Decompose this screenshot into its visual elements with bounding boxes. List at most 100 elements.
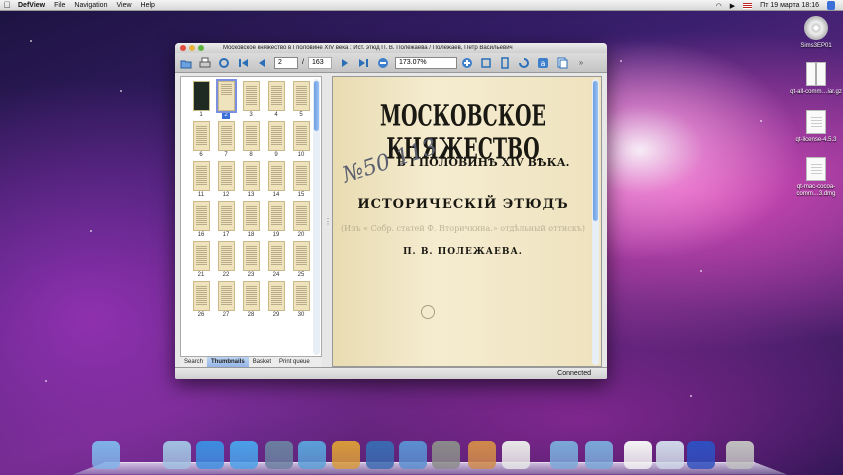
zoom-button[interactable] <box>198 45 204 51</box>
wifi-icon[interactable]: ◠ <box>716 2 722 10</box>
thumbnail-page[interactable]: 12 <box>214 161 238 201</box>
fit-page-icon[interactable] <box>479 56 493 70</box>
doc-line-author: П. В. ПОЛЕЖАЕВА. <box>403 247 523 257</box>
thumbnail-page[interactable]: 23 <box>239 241 263 281</box>
close-button[interactable] <box>180 45 186 51</box>
thumbnail-page[interactable]: 3 <box>239 81 263 121</box>
document-icon[interactable] <box>624 441 652 469</box>
clock-text[interactable]: Пт 19 марта 18:16 <box>760 2 819 9</box>
prev-page-icon[interactable] <box>255 56 269 70</box>
terminal-icon[interactable] <box>130 441 158 469</box>
thumbnail-page[interactable]: 10 <box>289 121 313 161</box>
thumbnail-page[interactable]: 15 <box>289 161 313 201</box>
thumbnail-page[interactable]: 17 <box>214 201 238 241</box>
spotlight-icon[interactable] <box>827 1 835 10</box>
thumbnail-page[interactable]: 16 <box>189 201 213 241</box>
interface-builder-icon[interactable] <box>399 441 427 469</box>
screen-icon[interactable] <box>687 441 715 469</box>
document-scrollbar[interactable] <box>592 79 599 365</box>
thumbnail-number: 25 <box>297 272 305 278</box>
zoom-in-icon[interactable] <box>460 56 474 70</box>
menu-file[interactable]: File <box>54 2 65 9</box>
thumbnail-page[interactable]: 29 <box>264 281 288 321</box>
menu-navigation[interactable]: Navigation <box>74 2 107 9</box>
flag-icon[interactable] <box>743 2 753 9</box>
thumbnail-number: 7 <box>224 152 228 158</box>
splitter-handle[interactable]: ⋮ <box>324 76 332 367</box>
applications-folder-icon[interactable] <box>550 441 578 469</box>
title-bar[interactable]: Московское княжество в I половине XIV ве… <box>175 43 607 53</box>
finder-icon[interactable] <box>92 441 120 469</box>
tab-basket[interactable]: Basket <box>249 357 275 368</box>
thumbnail-page[interactable]: 26 <box>189 281 213 321</box>
fit-width-icon[interactable] <box>498 56 512 70</box>
tab-thumbnails[interactable]: Thumbnails <box>207 356 249 368</box>
thumbnail-page[interactable]: 7 <box>214 121 238 161</box>
print-icon[interactable] <box>198 56 212 70</box>
thumbnail-page[interactable]: 19 <box>264 201 288 241</box>
app-icon[interactable] <box>332 441 360 469</box>
desktop-icon-qt-mac-cocoa[interactable]: qt-mac-cocoa-comm…3.dmg <box>789 157 843 198</box>
trash-icon[interactable] <box>726 441 754 469</box>
thumbnail-page[interactable]: 6 <box>189 121 213 161</box>
documents-folder-icon[interactable] <box>585 441 613 469</box>
script-editor-icon[interactable] <box>502 441 530 469</box>
thumbnail-page[interactable]: 22 <box>214 241 238 281</box>
apple-icon[interactable]:  <box>0 0 14 10</box>
refresh-icon[interactable] <box>217 56 231 70</box>
thumbnail-page[interactable]: 8 <box>239 121 263 161</box>
thumbnail-page[interactable]: 25 <box>289 241 313 281</box>
desktop-icon-sims[interactable]: Sims3EP01 <box>789 16 843 50</box>
scrollbar-knob[interactable] <box>593 81 598 221</box>
thumbnail-page[interactable]: 1 <box>189 81 213 121</box>
menu-view[interactable]: View <box>116 2 131 9</box>
menu-help[interactable]: Help <box>141 2 155 9</box>
xcode-icon[interactable] <box>265 441 293 469</box>
tab-search[interactable]: Search <box>180 357 207 368</box>
thumbnail-page[interactable]: 30 <box>289 281 313 321</box>
safari-icon[interactable] <box>196 441 224 469</box>
thumbnail-scrollbar[interactable] <box>313 79 320 355</box>
overflow-chevron-icon[interactable]: » <box>574 56 588 70</box>
preview-icon[interactable] <box>163 441 191 469</box>
thumbnail-page[interactable]: 11 <box>189 161 213 201</box>
last-page-icon[interactable] <box>357 56 371 70</box>
thumbnail-page[interactable]: 4 <box>264 81 288 121</box>
thumbnail-page[interactable]: 20 <box>289 201 313 241</box>
rotate-icon[interactable] <box>517 56 531 70</box>
copy-icon[interactable] <box>555 56 569 70</box>
desktop-icon-qt-all[interactable]: qt-all-comm…iar.gz <box>789 62 843 96</box>
open-icon[interactable] <box>179 56 193 70</box>
document-viewer[interactable]: МОСКОВСКОЕ КНЯЖЕСТВО В I ПОЛОВИНѢ XIV ВѢ… <box>332 76 602 367</box>
volume-icon[interactable]: ▶ <box>730 2 735 10</box>
scrollbar-knob[interactable] <box>314 81 319 131</box>
photos-icon[interactable] <box>468 441 496 469</box>
menu-app-name[interactable]: DefView <box>18 2 45 9</box>
page-number-input[interactable] <box>274 56 298 69</box>
zoom-out-icon[interactable] <box>376 56 390 70</box>
instruments-icon[interactable] <box>366 441 394 469</box>
tab-print-queue[interactable]: Print queue <box>275 357 314 368</box>
zoom-input[interactable] <box>394 56 457 69</box>
itunes-icon[interactable] <box>230 441 258 469</box>
menu-bar:  DefView File Navigation View Help ◠ ▶ … <box>0 0 843 11</box>
thumbnail-page[interactable]: 21 <box>189 241 213 281</box>
next-page-icon[interactable] <box>338 56 352 70</box>
thumbnail-page[interactable]: 13 <box>239 161 263 201</box>
thumbnail-page[interactable]: 27 <box>214 281 238 321</box>
thumbnail-page[interactable]: 2 <box>214 79 238 121</box>
stack-icon[interactable] <box>656 441 684 469</box>
text-icon[interactable]: a <box>536 56 550 70</box>
minimize-button[interactable] <box>189 45 195 51</box>
thumbnail-page[interactable]: 14 <box>264 161 288 201</box>
desktop-icon-qt-license[interactable]: qt-license-4.5.3 <box>789 110 843 144</box>
system-preferences-icon[interactable] <box>432 441 460 469</box>
desktop-icon-label: qt-all-comm…iar.gz <box>790 89 842 95</box>
thumbnail-page[interactable]: 28 <box>239 281 263 321</box>
thumbnail-page[interactable]: 5 <box>289 81 313 121</box>
thumbnail-page[interactable]: 24 <box>264 241 288 281</box>
dashboard-icon[interactable] <box>298 441 326 469</box>
thumbnail-page[interactable]: 9 <box>264 121 288 161</box>
thumbnail-page[interactable]: 18 <box>239 201 263 241</box>
first-page-icon[interactable] <box>236 56 250 70</box>
